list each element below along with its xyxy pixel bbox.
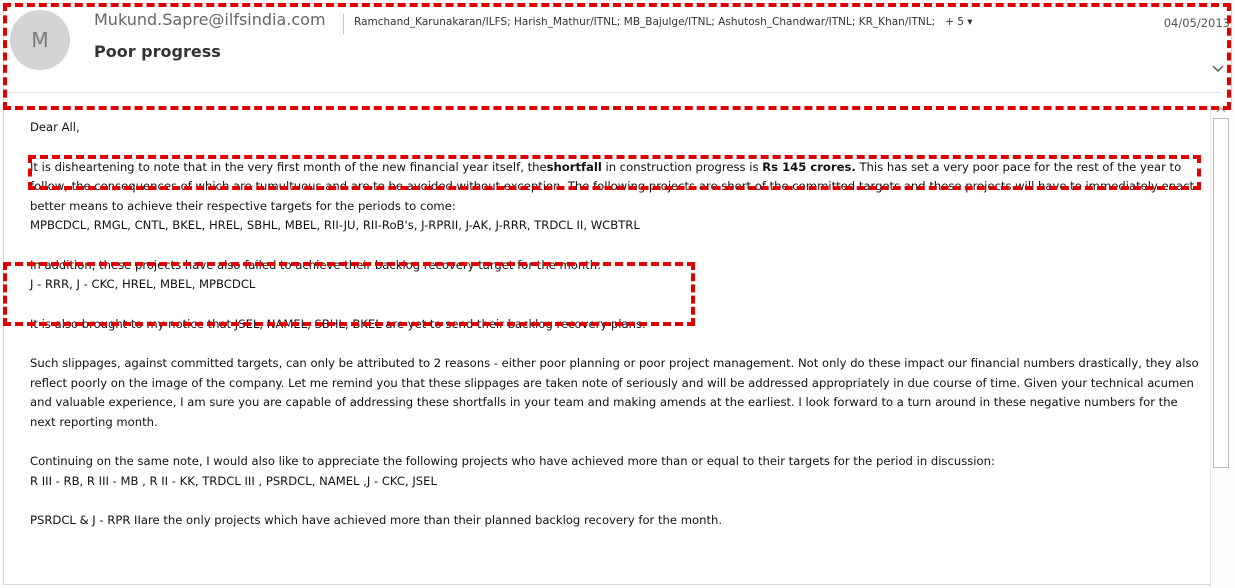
paragraph-shortfall: It is disheartening to note that in the …	[30, 158, 1200, 217]
email-body: Dear All, It is disheartening to note th…	[30, 118, 1200, 531]
backlog-line-1: In addition, these projects have also fa…	[30, 257, 602, 272]
email-subject: Poor progress	[94, 42, 221, 61]
shortfall-projects: MPBCDCL, RMGL, CNTL, BKEL, HREL, SBHL, M…	[30, 218, 640, 232]
sender-avatar: M	[10, 10, 70, 70]
email-date: 04/05/2013	[1163, 16, 1230, 30]
sender-address[interactable]: Mukund.Sapre@ilfsindia.com	[94, 10, 326, 29]
paragraph-backlog-achievers: PSRDCL & J - RPR IIare the only projects…	[30, 513, 723, 527]
paragraph-slippages: Such slippages, against committed target…	[30, 356, 1199, 429]
more-recipients-button[interactable]: + 5 ▾	[945, 16, 972, 28]
greeting: Dear All,	[30, 120, 80, 134]
avatar-initial: M	[31, 28, 49, 52]
p1-bold-shortfall: shortfall	[546, 159, 602, 174]
header-separator	[3, 92, 1221, 93]
p1-bold-amount: Rs 145 crores.	[762, 159, 856, 174]
appreciation-line-2: R III - RB, R III - MB , R II - KK, TRDC…	[30, 473, 437, 488]
recipients-text[interactable]: Ramchand_Karunakaran/ILFS; Harish_Mathur…	[354, 16, 935, 28]
chevron-down-icon[interactable]	[1211, 62, 1225, 76]
scroll-up-icon[interactable]	[1213, 104, 1229, 116]
p1-text-2: in construction progress is	[601, 159, 763, 174]
p1-text-1: It is disheartening to note that in the …	[30, 159, 547, 174]
recipients-list[interactable]: Ramchand_Karunakaran/ILFS; Harish_Mathur…	[354, 16, 973, 28]
header-divider	[343, 14, 344, 34]
appreciation-line-1: Continuing on the same note, I would als…	[30, 454, 995, 468]
scrollbar-thumb[interactable]	[1213, 118, 1229, 468]
backlog-line-2: J - RRR, J - CKC, HREL, MBEL, MPBCDCL	[30, 277, 256, 291]
paragraph-recovery-plans: It is also brought to my notice that JSE…	[30, 316, 646, 331]
